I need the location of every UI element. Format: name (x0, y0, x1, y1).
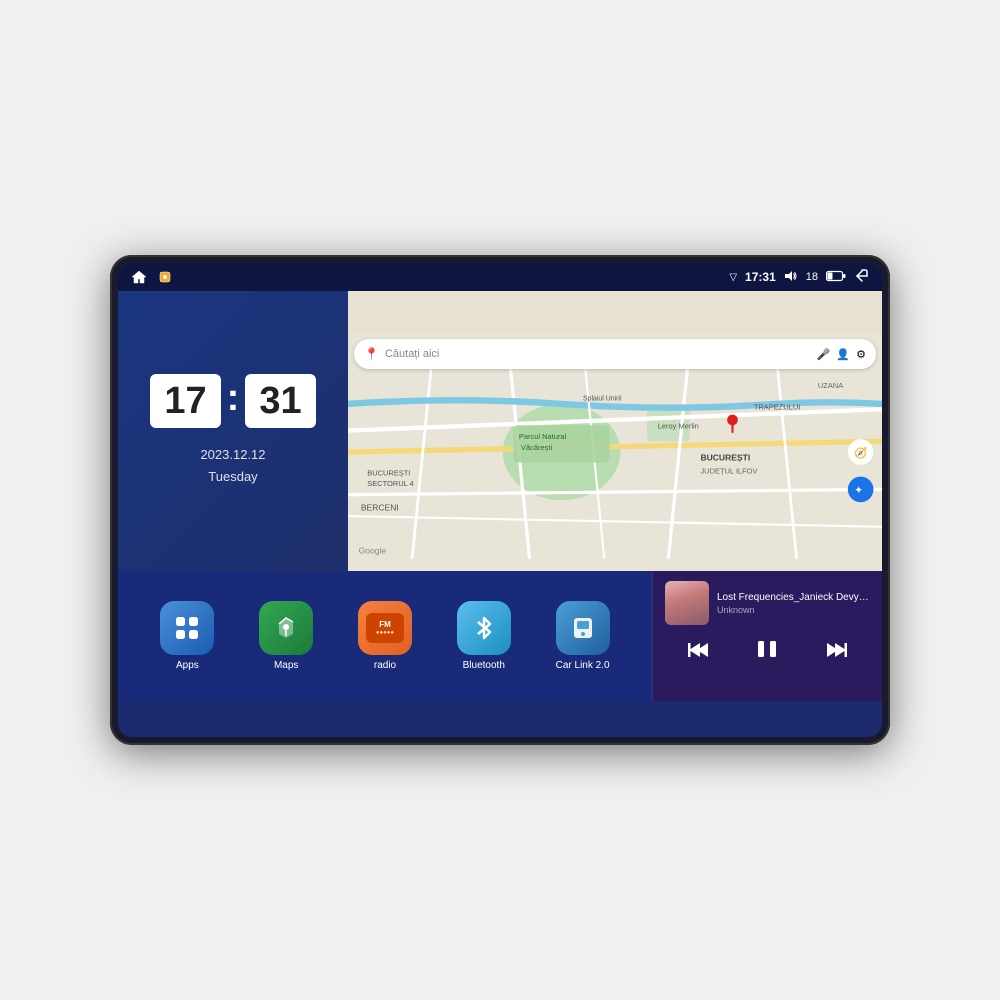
svg-text:Google: Google (359, 545, 387, 555)
app-icon-radio[interactable]: FM ●●●●● radio (358, 601, 412, 671)
clock-minute: 31 (245, 374, 315, 428)
app-icon-apps[interactable]: Apps (160, 601, 214, 671)
music-album-face (665, 581, 709, 625)
radio-label: radio (374, 660, 396, 671)
app-icon-carlink[interactable]: Car Link 2.0 (556, 601, 610, 671)
map-account-icon[interactable]: 👤 (836, 348, 850, 361)
music-controls (665, 635, 870, 669)
map-search-placeholder[interactable]: Căutați aici (385, 348, 811, 360)
svg-text:TRAPEZULUI: TRAPEZULUI (754, 402, 800, 411)
bluetooth-label: Bluetooth (463, 660, 505, 671)
music-prev-button[interactable] (680, 637, 718, 668)
map-layers-icon[interactable]: ⚙ (856, 348, 866, 361)
music-artist: Unknown (717, 605, 870, 615)
battery-level: 18 (806, 271, 818, 283)
music-album-art (665, 581, 709, 625)
bottom-section: Apps Maps (118, 571, 882, 701)
maps-label: Maps (274, 660, 298, 671)
svg-text:JUDEȚUL ILFOV: JUDEȚUL ILFOV (700, 466, 757, 475)
clock-display: 17 : 31 (150, 374, 315, 428)
svg-text:Leroy Merlin: Leroy Merlin (658, 422, 699, 431)
battery-icon (826, 270, 846, 285)
carlink-label: Car Link 2.0 (556, 660, 610, 671)
svg-text:Văcărești: Văcărești (521, 443, 552, 452)
apps-label: Apps (176, 660, 199, 671)
svg-text:UZANA: UZANA (818, 381, 843, 390)
car-display-device: ▽ 17:31 18 (110, 255, 890, 745)
music-pause-button[interactable] (748, 635, 786, 669)
maps-nav-icon[interactable] (156, 268, 174, 286)
music-widget: Lost Frequencies_Janieck Devy-... Unknow… (652, 571, 882, 701)
app-icon-maps[interactable]: Maps (259, 601, 313, 671)
svg-text:Splaiul Unirii: Splaiul Unirii (583, 396, 622, 403)
music-title: Lost Frequencies_Janieck Devy-... (717, 592, 870, 603)
google-maps-pin-icon: 📍 (364, 347, 379, 361)
clock-separator: : (227, 377, 240, 420)
svg-text:🧭: 🧭 (854, 446, 867, 459)
back-icon[interactable] (854, 269, 870, 286)
main-content: 17 : 31 2023.12.12 Tuesday 📍 (118, 291, 882, 737)
status-bar: ▽ 17:31 18 (118, 263, 882, 291)
apps-area: Apps Maps (118, 571, 652, 701)
svg-text:✦: ✦ (854, 485, 863, 497)
music-next-button[interactable] (817, 637, 855, 668)
volume-icon (784, 270, 798, 285)
clock-date: 2023.12.12 Tuesday (200, 444, 265, 488)
svg-text:Parcul Natural: Parcul Natural (519, 432, 567, 441)
bluetooth-icon (457, 601, 511, 655)
top-section: 17 : 31 2023.12.12 Tuesday 📍 (118, 291, 882, 571)
clock-hour: 17 (150, 374, 220, 428)
svg-text:SECTORUL 4: SECTORUL 4 (367, 479, 414, 488)
home-icon[interactable] (130, 268, 148, 286)
map-background: 📍 Căutați aici 🎤 👤 ⚙ (348, 333, 882, 571)
clock-date-value: 2023.12.12 (200, 444, 265, 466)
music-info: Lost Frequencies_Janieck Devy-... Unknow… (717, 592, 870, 615)
clock-widget: 17 : 31 2023.12.12 Tuesday (118, 291, 348, 571)
svg-text:BERCENI: BERCENI (361, 503, 399, 513)
map-searchbar[interactable]: 📍 Căutați aici 🎤 👤 ⚙ (354, 339, 876, 369)
status-right: ▽ 17:31 18 (729, 269, 870, 286)
status-left (130, 268, 174, 286)
svg-text:BUCUREȘTI: BUCUREȘTI (367, 468, 410, 477)
radio-icon: FM ●●●●● (358, 601, 412, 655)
screen: ▽ 17:31 18 (118, 263, 882, 737)
carlink-icon (556, 601, 610, 655)
apps-icon (160, 601, 214, 655)
clock-day-value: Tuesday (200, 466, 265, 488)
map-widget[interactable]: 📍 Căutați aici 🎤 👤 ⚙ (348, 291, 882, 571)
app-icon-bluetooth[interactable]: Bluetooth (457, 601, 511, 671)
status-time: 17:31 (745, 270, 776, 284)
signal-icon: ▽ (729, 272, 737, 283)
maps-icon (259, 601, 313, 655)
svg-text:BUCUREȘTI: BUCUREȘTI (700, 453, 750, 463)
map-mic-icon[interactable]: 🎤 (817, 348, 831, 361)
music-top: Lost Frequencies_Janieck Devy-... Unknow… (665, 581, 870, 625)
